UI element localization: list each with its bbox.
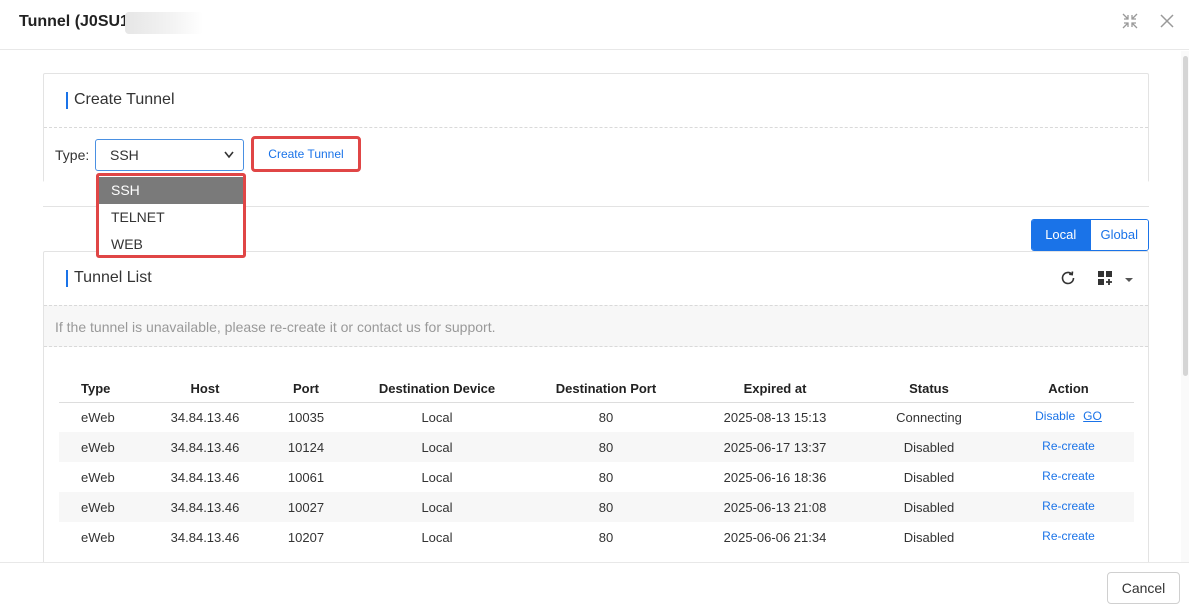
column-header: Host bbox=[155, 376, 255, 403]
refresh-icon[interactable] bbox=[1058, 269, 1078, 289]
scope-global-button[interactable]: Global bbox=[1089, 220, 1148, 250]
cell-destination-port: 80 bbox=[598, 469, 614, 485]
cell-host: 34.84.13.46 bbox=[170, 469, 240, 485]
tunnel-list-card: Tunnel List If the tunnel is unavailable… bbox=[43, 251, 1149, 571]
cancel-button[interactable]: Cancel bbox=[1107, 572, 1180, 604]
type-option-ssh[interactable]: SSH bbox=[99, 177, 243, 204]
table-row: eWeb 34.84.13.46 10124 Local 80 2025-06-… bbox=[59, 432, 1134, 462]
type-select-value: SSH bbox=[110, 147, 139, 163]
column-header: Type bbox=[59, 376, 155, 403]
cell-expired-at: 2025-06-17 13:37 bbox=[723, 439, 827, 455]
column-settings-icon[interactable] bbox=[1095, 269, 1115, 289]
cell-type: eWeb bbox=[81, 529, 115, 545]
recreate-link[interactable]: Re-create bbox=[1042, 529, 1095, 543]
cell-port: 10035 bbox=[287, 409, 325, 425]
cell-destination-device: Local bbox=[421, 439, 453, 455]
cell-port: 10124 bbox=[287, 439, 325, 455]
cell-destination-device: Local bbox=[421, 469, 453, 485]
modal-header: Tunnel (J0SU1L6 bbox=[0, 0, 1189, 50]
tunnel-notice: If the tunnel is unavailable, please re-… bbox=[44, 305, 1148, 347]
type-option-telnet[interactable]: TELNET bbox=[99, 204, 243, 231]
cell-status: Disabled bbox=[903, 469, 955, 485]
cell-status: Disabled bbox=[903, 439, 955, 455]
cell-destination-port: 80 bbox=[598, 499, 614, 515]
recreate-link[interactable]: Re-create bbox=[1042, 469, 1095, 483]
cell-status: Connecting bbox=[896, 409, 962, 425]
column-header: Action bbox=[1003, 376, 1134, 403]
column-header: Expired at bbox=[695, 376, 855, 403]
table-row: eWeb 34.84.13.46 10207 Local 80 2025-06-… bbox=[59, 522, 1134, 552]
close-icon[interactable] bbox=[1158, 13, 1176, 31]
column-header: Status bbox=[855, 376, 1003, 403]
type-option-web[interactable]: WEB bbox=[99, 231, 243, 258]
type-dropdown: SSH TELNET WEB bbox=[96, 173, 246, 258]
cell-type: eWeb bbox=[81, 439, 115, 455]
cell-port: 10027 bbox=[287, 499, 325, 515]
cell-destination-port: 80 bbox=[598, 439, 614, 455]
cell-action: Re-create bbox=[1003, 522, 1134, 552]
column-header: Port bbox=[255, 376, 357, 403]
scrollbar-thumb[interactable] bbox=[1183, 56, 1188, 376]
cell-status: Disabled bbox=[903, 499, 955, 515]
caret-down-icon[interactable] bbox=[1119, 269, 1139, 289]
refresh-svg bbox=[1061, 271, 1075, 285]
cell-host: 34.84.13.46 bbox=[170, 439, 240, 455]
column-header: Destination Device bbox=[357, 376, 517, 403]
go-link[interactable]: GO bbox=[1083, 409, 1102, 423]
cell-host: 34.84.13.46 bbox=[170, 499, 240, 515]
cell-action: Re-create bbox=[1003, 462, 1134, 492]
cell-status: Disabled bbox=[903, 529, 955, 545]
scope-local-button[interactable]: Local bbox=[1032, 220, 1090, 250]
cell-destination-device: Local bbox=[421, 499, 453, 515]
cell-action: Re-create bbox=[1003, 432, 1134, 462]
table-row: eWeb 34.84.13.46 10061 Local 80 2025-06-… bbox=[59, 462, 1134, 492]
collapse-arrows-svg bbox=[1122, 13, 1138, 29]
redacted-text-blur bbox=[125, 12, 203, 34]
table-header-row: Type Host Port Destination Device Destin… bbox=[59, 376, 1134, 403]
tunnel-list-title: Tunnel List bbox=[66, 269, 152, 287]
cell-type: eWeb bbox=[81, 469, 115, 485]
table-row: eWeb 34.84.13.46 10035 Local 80 2025-08-… bbox=[59, 402, 1134, 432]
close-svg bbox=[1160, 14, 1174, 28]
cell-destination-port: 80 bbox=[598, 409, 614, 425]
type-select[interactable]: SSH bbox=[95, 139, 244, 171]
cell-action: Disable GO bbox=[1003, 402, 1134, 432]
cell-destination-device: Local bbox=[421, 409, 453, 425]
cell-expired-at: 2025-08-13 15:13 bbox=[723, 409, 827, 425]
cell-port: 10061 bbox=[287, 469, 325, 485]
column-header: Destination Port bbox=[517, 376, 695, 403]
recreate-link[interactable]: Re-create bbox=[1042, 439, 1095, 453]
create-tunnel-title: Create Tunnel bbox=[66, 91, 175, 109]
collapse-arrows-icon[interactable] bbox=[1121, 13, 1139, 31]
chevron-down-svg bbox=[224, 151, 234, 159]
caret-down-svg bbox=[1125, 278, 1133, 282]
create-tunnel-highlight: Create Tunnel bbox=[251, 136, 361, 172]
column-settings-svg bbox=[1098, 271, 1112, 285]
cell-type: eWeb bbox=[81, 409, 115, 425]
recreate-link[interactable]: Re-create bbox=[1042, 499, 1095, 513]
cell-destination-port: 80 bbox=[598, 529, 614, 545]
create-tunnel-card: Create Tunnel Type: SSH Create Tunnel bbox=[43, 73, 1149, 182]
cell-action: Re-create bbox=[1003, 492, 1134, 522]
create-tunnel-button[interactable]: Create Tunnel bbox=[257, 141, 355, 167]
cell-host: 34.84.13.46 bbox=[170, 529, 240, 545]
cell-expired-at: 2025-06-13 21:08 bbox=[723, 499, 827, 515]
modal-footer: Cancel bbox=[0, 562, 1189, 609]
cell-port: 10207 bbox=[287, 529, 325, 545]
scope-toggle: Local Global bbox=[1031, 219, 1149, 251]
tunnel-table: Type Host Port Destination Device Destin… bbox=[59, 376, 1134, 552]
disable-link[interactable]: Disable bbox=[1035, 409, 1075, 423]
cell-host: 34.84.13.46 bbox=[170, 409, 240, 425]
cell-expired-at: 2025-06-16 18:36 bbox=[723, 469, 827, 485]
cell-destination-device: Local bbox=[421, 529, 453, 545]
type-label: Type: bbox=[55, 147, 90, 163]
table-row: eWeb 34.84.13.46 10027 Local 80 2025-06-… bbox=[59, 492, 1134, 522]
cell-expired-at: 2025-06-06 21:34 bbox=[723, 529, 827, 545]
cell-type: eWeb bbox=[81, 499, 115, 515]
